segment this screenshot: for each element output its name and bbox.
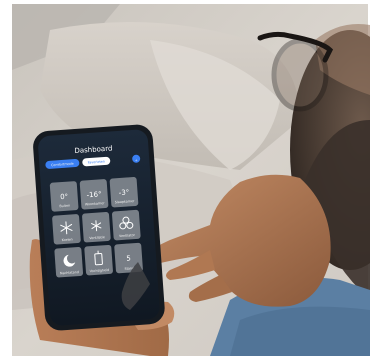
tile-9-value: 5 — [126, 254, 131, 262]
svg-text:+: + — [135, 158, 138, 162]
photo-scene: Dashboard Comfortmode Favorieten + 0° Bu… — [0, 0, 370, 356]
photo-illustration: Dashboard Comfortmode Favorieten + 0° Bu… — [0, 0, 370, 356]
tile-2-value: -16° — [86, 190, 101, 199]
tile-1-value: 0° — [60, 193, 69, 202]
tile-4-label: Koelen — [62, 237, 73, 242]
tile-1-label: Buiten — [59, 204, 70, 209]
tile-3-value: -3° — [119, 188, 130, 197]
